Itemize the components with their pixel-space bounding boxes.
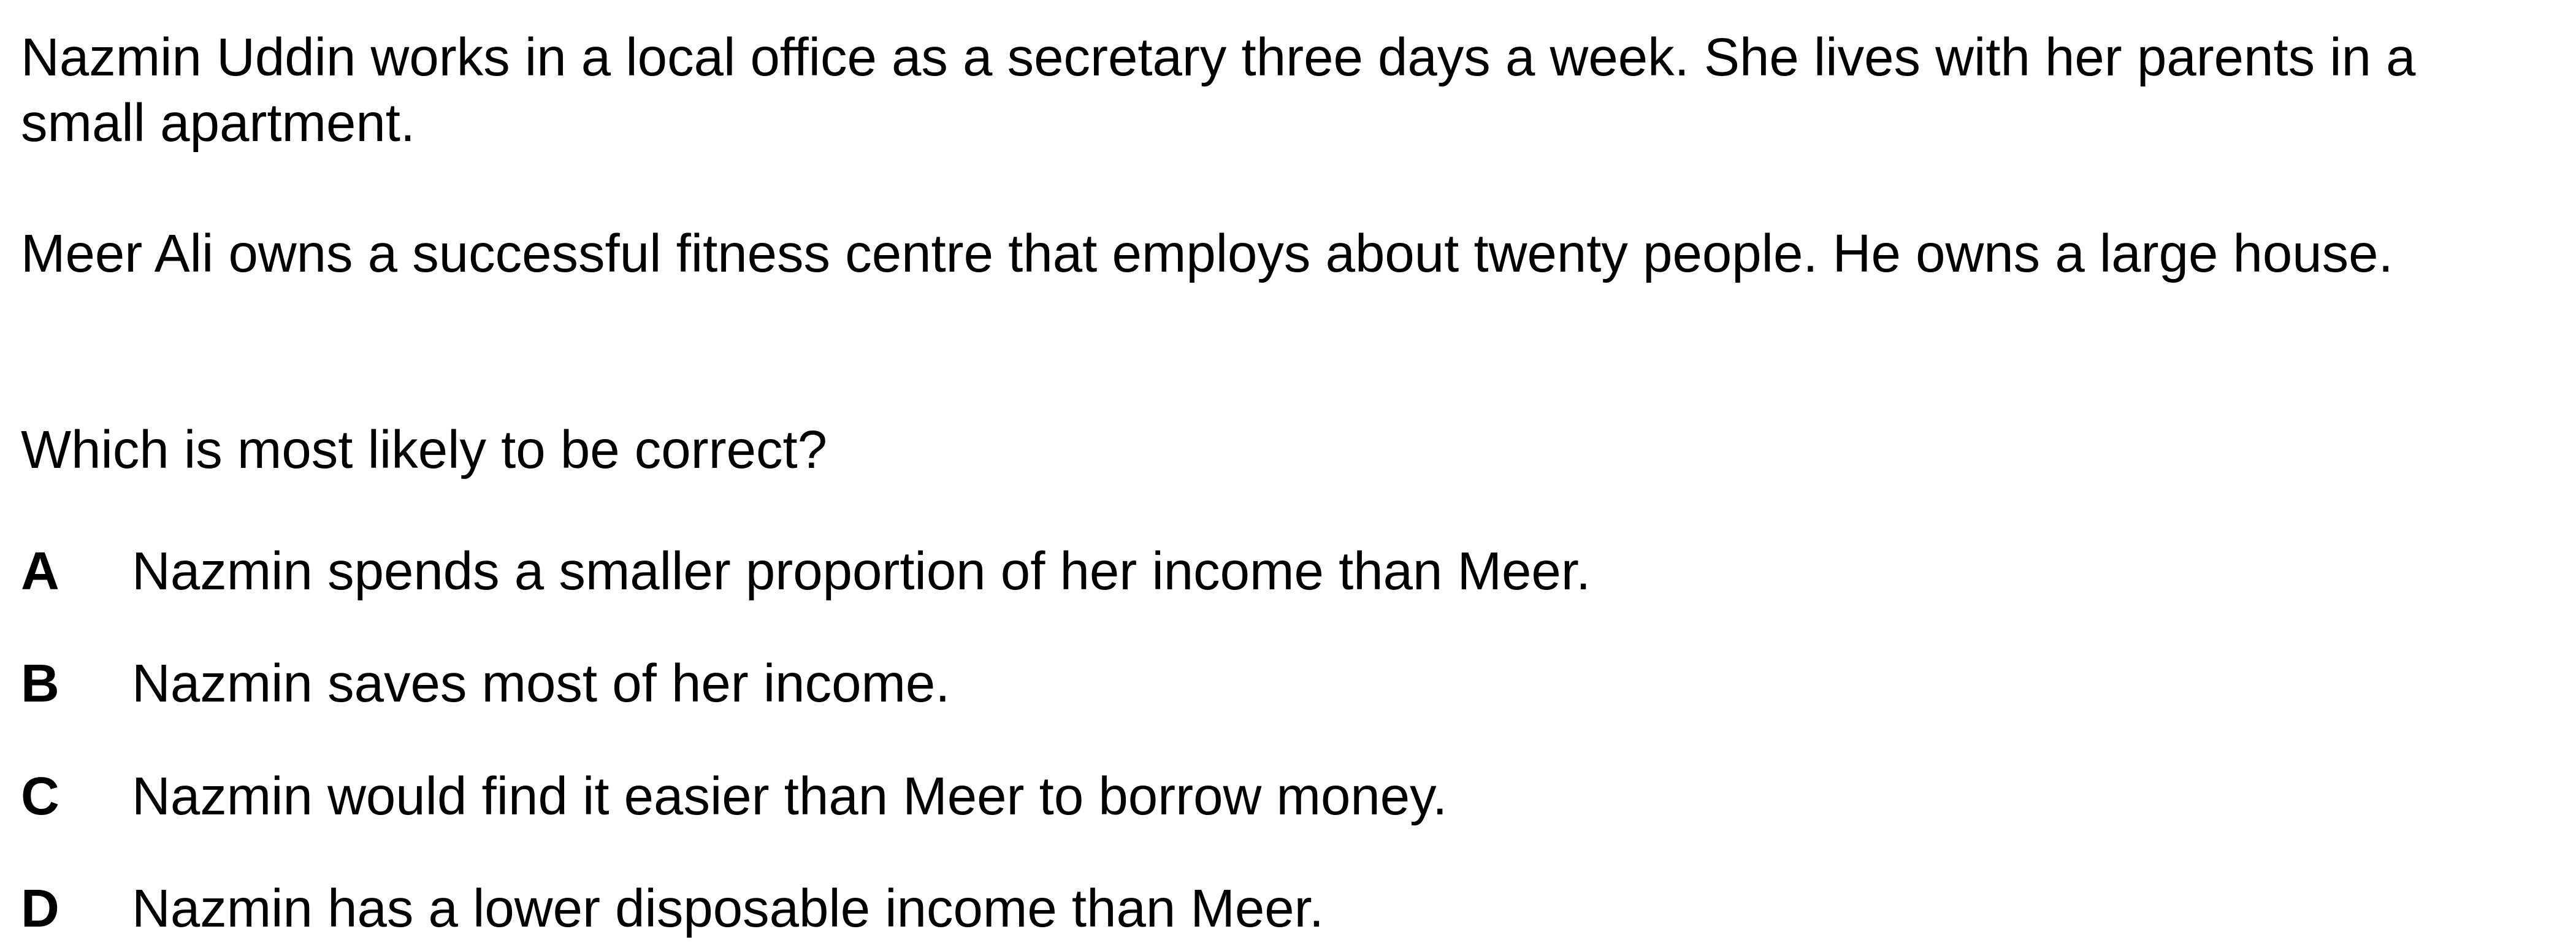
question-stem: Which is most likely to be correct?: [21, 420, 828, 480]
option-text: Nazmin has a lower disposable income tha…: [132, 879, 1324, 938]
question-page: Nazmin Uddin works in a local office as …: [0, 0, 2576, 945]
passage-paragraph-nazmin: Nazmin Uddin works in a local office as …: [21, 28, 2416, 153]
option-text: Nazmin saves most of her income.: [132, 654, 950, 713]
answer-option-c[interactable]: C Nazmin would find it easier than Meer …: [21, 763, 2486, 829]
passage-paragraph-meer: Meer Ali owns a successful fitness centr…: [21, 224, 2393, 283]
option-text: Nazmin spends a smaller proportion of he…: [132, 541, 1591, 601]
option-text: Nazmin would find it easier than Meer to…: [132, 767, 1448, 826]
answer-option-b[interactable]: B Nazmin saves most of her income.: [21, 651, 2486, 716]
option-letter: D: [21, 879, 59, 938]
answer-option-d[interactable]: D Nazmin has a lower disposable income t…: [21, 876, 2486, 941]
answer-option-a[interactable]: A Nazmin spends a smaller proportion of …: [21, 538, 2486, 604]
option-letter: C: [21, 767, 59, 826]
option-letter: A: [21, 541, 59, 601]
option-letter: B: [21, 654, 59, 713]
